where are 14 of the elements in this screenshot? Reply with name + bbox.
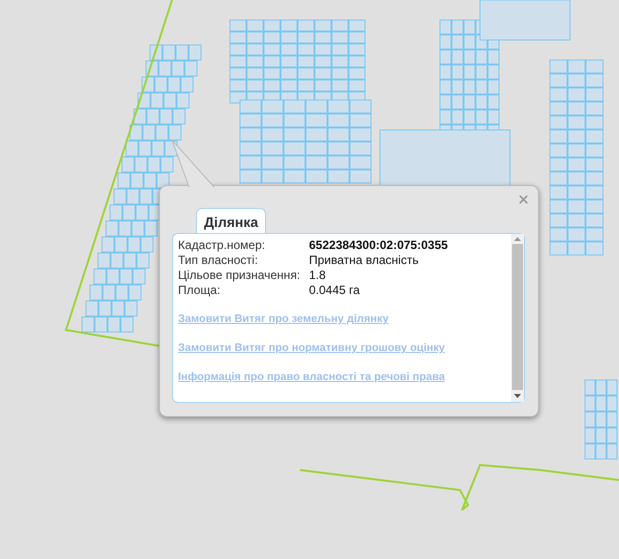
field-label: Цільове призначення: <box>178 268 302 283</box>
link[interactable]: Інформація про право власності та речові права <box>178 370 445 385</box>
field-value: 6522384300:02:075:0355 <box>309 238 449 253</box>
field-value: 1.8 <box>309 268 327 283</box>
field-label: Кадастр.номер: <box>178 238 266 253</box>
close-button[interactable] <box>517 193 530 206</box>
scrollbar-thumb[interactable] <box>512 244 523 390</box>
field-value: Приватна власність <box>309 253 420 268</box>
link[interactable]: Замовити Витяг про земельну ділянку <box>178 312 389 327</box>
link[interactable]: Замовити Витяг про нормативну грошову оцінку <box>178 341 445 356</box>
field-label: Площа: <box>178 283 222 298</box>
field-label: Тип власності: <box>178 253 259 268</box>
field-value: 0.0445 га <box>309 283 361 298</box>
close-icon <box>517 193 530 206</box>
